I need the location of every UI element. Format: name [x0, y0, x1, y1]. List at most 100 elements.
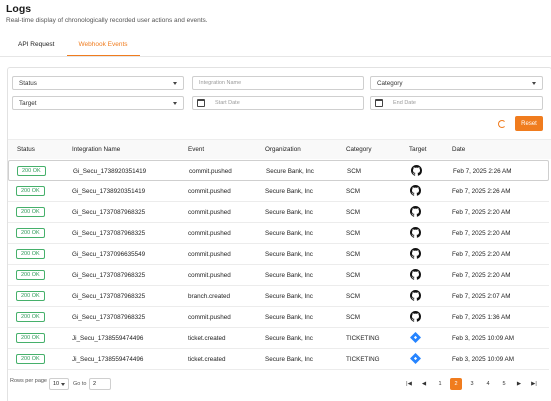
date-cell: Feb 7, 2025 2:26 AM — [453, 168, 512, 175]
table-row[interactable]: 200 OK Ji_Secu_1738559474496 ticket.create… — [8, 328, 549, 349]
status-badge: 200 OK — [16, 207, 45, 217]
integration-name-input[interactable]: Integration Name — [192, 76, 364, 90]
status-badge: 200 OK — [16, 249, 45, 259]
category-cell: SCM — [346, 251, 360, 258]
chevron-down-icon — [61, 383, 65, 386]
event-cell: commit.pushed — [188, 188, 231, 195]
column-header-date[interactable]: Date — [452, 146, 465, 153]
integration-name-cell: Gi_Secu_1738920351419 — [73, 168, 147, 175]
category-filter[interactable]: Category — [370, 76, 543, 90]
table-row[interactable]: 200 OK Gi_Secu_1737087968325 branch.create… — [8, 286, 549, 307]
column-header-event[interactable]: Event — [188, 146, 204, 153]
rows-per-page-value: 10 — [53, 381, 60, 387]
column-header-category[interactable]: Category — [346, 146, 372, 153]
event-cell: commit.pushed — [188, 230, 231, 237]
category-cell: SCM — [346, 230, 360, 237]
page-button-5[interactable]: 5 — [498, 378, 510, 390]
category-cell: SCM — [346, 188, 360, 195]
github-icon — [410, 185, 421, 196]
page-button-2[interactable]: 2 — [450, 378, 462, 390]
organization-cell: Secure Bank, Inc — [265, 314, 313, 321]
status-badge: 200 OK — [16, 354, 45, 364]
table-row[interactable]: 200 OK Gi_Secu_1737087968325 commit.pushed… — [8, 202, 549, 223]
goto-page-input[interactable]: 2 — [89, 378, 111, 390]
reset-button[interactable]: Reset — [515, 116, 543, 131]
integration-name-cell: Gi_Secu_1737087968325 — [72, 230, 146, 237]
jira-icon — [410, 353, 421, 364]
next-page-button[interactable]: ▶ — [513, 378, 525, 390]
date-cell: Feb 7, 2025 2:20 AM — [452, 209, 511, 216]
category-cell: SCM — [347, 168, 361, 175]
page-button-1[interactable]: 1 — [434, 378, 446, 390]
event-cell: commit.pushed — [188, 251, 231, 258]
category-cell: SCM — [346, 272, 360, 279]
table-row[interactable]: 200 OK Gi_Secu_1737087968325 commit.pushed… — [8, 307, 549, 328]
integration-name-cell: Gi_Secu_1737087968325 — [72, 314, 146, 321]
tab-api-request[interactable]: API Request — [6, 36, 67, 56]
page-title: Logs — [6, 3, 32, 15]
prev-page-button[interactable]: ◀ — [418, 378, 430, 390]
github-icon — [410, 290, 421, 301]
category-cell: TICKETING — [346, 335, 380, 342]
integration-name-cell: Gi_Secu_1738920351419 — [72, 188, 146, 195]
tab-bar: API Request Webhook Events — [6, 36, 140, 56]
date-cell: Feb 7, 2025 1:36 AM — [452, 314, 511, 321]
category-cell: TICKETING — [346, 356, 380, 363]
organization-cell: Secure Bank, Inc — [265, 272, 313, 279]
table-row[interactable]: 200 OK Gi_Secu_1737096635549 commit.pushed… — [8, 244, 549, 265]
table-row[interactable]: 200 OK Gi_Secu_1737087968325 commit.pushed… — [8, 223, 549, 244]
table-row[interactable]: 200 OK Ji_Secu_1738559474496 ticket.create… — [8, 349, 549, 370]
first-page-button[interactable]: |◀ — [403, 378, 415, 390]
tab-webhook-events[interactable]: Webhook Events — [66, 36, 140, 56]
column-header-status[interactable]: Status — [17, 146, 35, 153]
column-header-target[interactable]: Target — [409, 146, 427, 153]
organization-cell: Secure Bank, Inc — [265, 230, 313, 237]
rows-per-page-select[interactable]: 10 — [49, 378, 69, 390]
github-icon — [410, 269, 421, 280]
event-cell: commit.pushed — [189, 168, 232, 175]
table-row[interactable]: 200 OK Gi_Secu_1738920351419 commit.pushed… — [8, 160, 549, 181]
table-header: Status Integration Name Event Organizati… — [8, 139, 551, 159]
goto-label: Go to — [73, 381, 87, 387]
target-filter[interactable]: Target — [12, 96, 184, 110]
table-row[interactable]: 200 OK Gi_Secu_1738920351419 commit.pushed… — [8, 181, 549, 202]
date-cell: Feb 7, 2025 2:20 AM — [452, 251, 511, 258]
end-date-input[interactable]: End Date — [370, 96, 543, 110]
status-badge: 200 OK — [16, 312, 45, 322]
category-cell: SCM — [346, 209, 360, 216]
event-cell: ticket.created — [188, 356, 226, 363]
tabs-divider — [0, 56, 551, 57]
table-row[interactable]: 200 OK Gi_Secu_1737087968325 commit.pushed… — [8, 265, 549, 286]
column-header-integration-name[interactable]: Integration Name — [72, 146, 120, 153]
status-badge: 200 OK — [16, 333, 45, 343]
chevron-down-icon — [173, 102, 177, 105]
status-badge: 200 OK — [17, 166, 46, 176]
status-filter-value: Status — [19, 79, 37, 87]
integration-name-cell: Ji_Secu_1738559474496 — [72, 356, 144, 363]
chevron-down-icon — [532, 82, 536, 85]
category-filter-value: Category — [377, 79, 403, 87]
page-button-4[interactable]: 4 — [482, 378, 494, 390]
integration-name-cell: Gi_Secu_1737087968325 — [72, 293, 146, 300]
status-badge: 200 OK — [16, 228, 45, 238]
date-cell: Feb 3, 2025 10:09 AM — [452, 335, 514, 342]
github-icon — [411, 165, 422, 176]
end-date-placeholder: End Date — [393, 100, 416, 106]
organization-cell: Secure Bank, Inc — [265, 293, 313, 300]
github-icon — [410, 311, 421, 322]
integration-name-cell: Gi_Secu_1737096635549 — [72, 251, 146, 258]
last-page-button[interactable]: ▶| — [528, 378, 540, 390]
integration-name-cell: Gi_Secu_1737087968325 — [72, 272, 146, 279]
refresh-icon[interactable] — [498, 120, 506, 128]
organization-cell: Secure Bank, Inc — [266, 168, 314, 175]
organization-cell: Secure Bank, Inc — [265, 188, 313, 195]
calendar-icon — [197, 99, 205, 107]
start-date-input[interactable]: Start Date — [192, 96, 364, 110]
github-icon — [410, 227, 421, 238]
date-cell: Feb 7, 2025 2:20 AM — [452, 272, 511, 279]
column-header-organization[interactable]: Organization — [265, 146, 301, 153]
event-cell: commit.pushed — [188, 209, 231, 216]
page-button-3[interactable]: 3 — [466, 378, 478, 390]
status-filter[interactable]: Status — [12, 76, 184, 90]
date-cell: Feb 7, 2025 2:07 AM — [452, 293, 511, 300]
